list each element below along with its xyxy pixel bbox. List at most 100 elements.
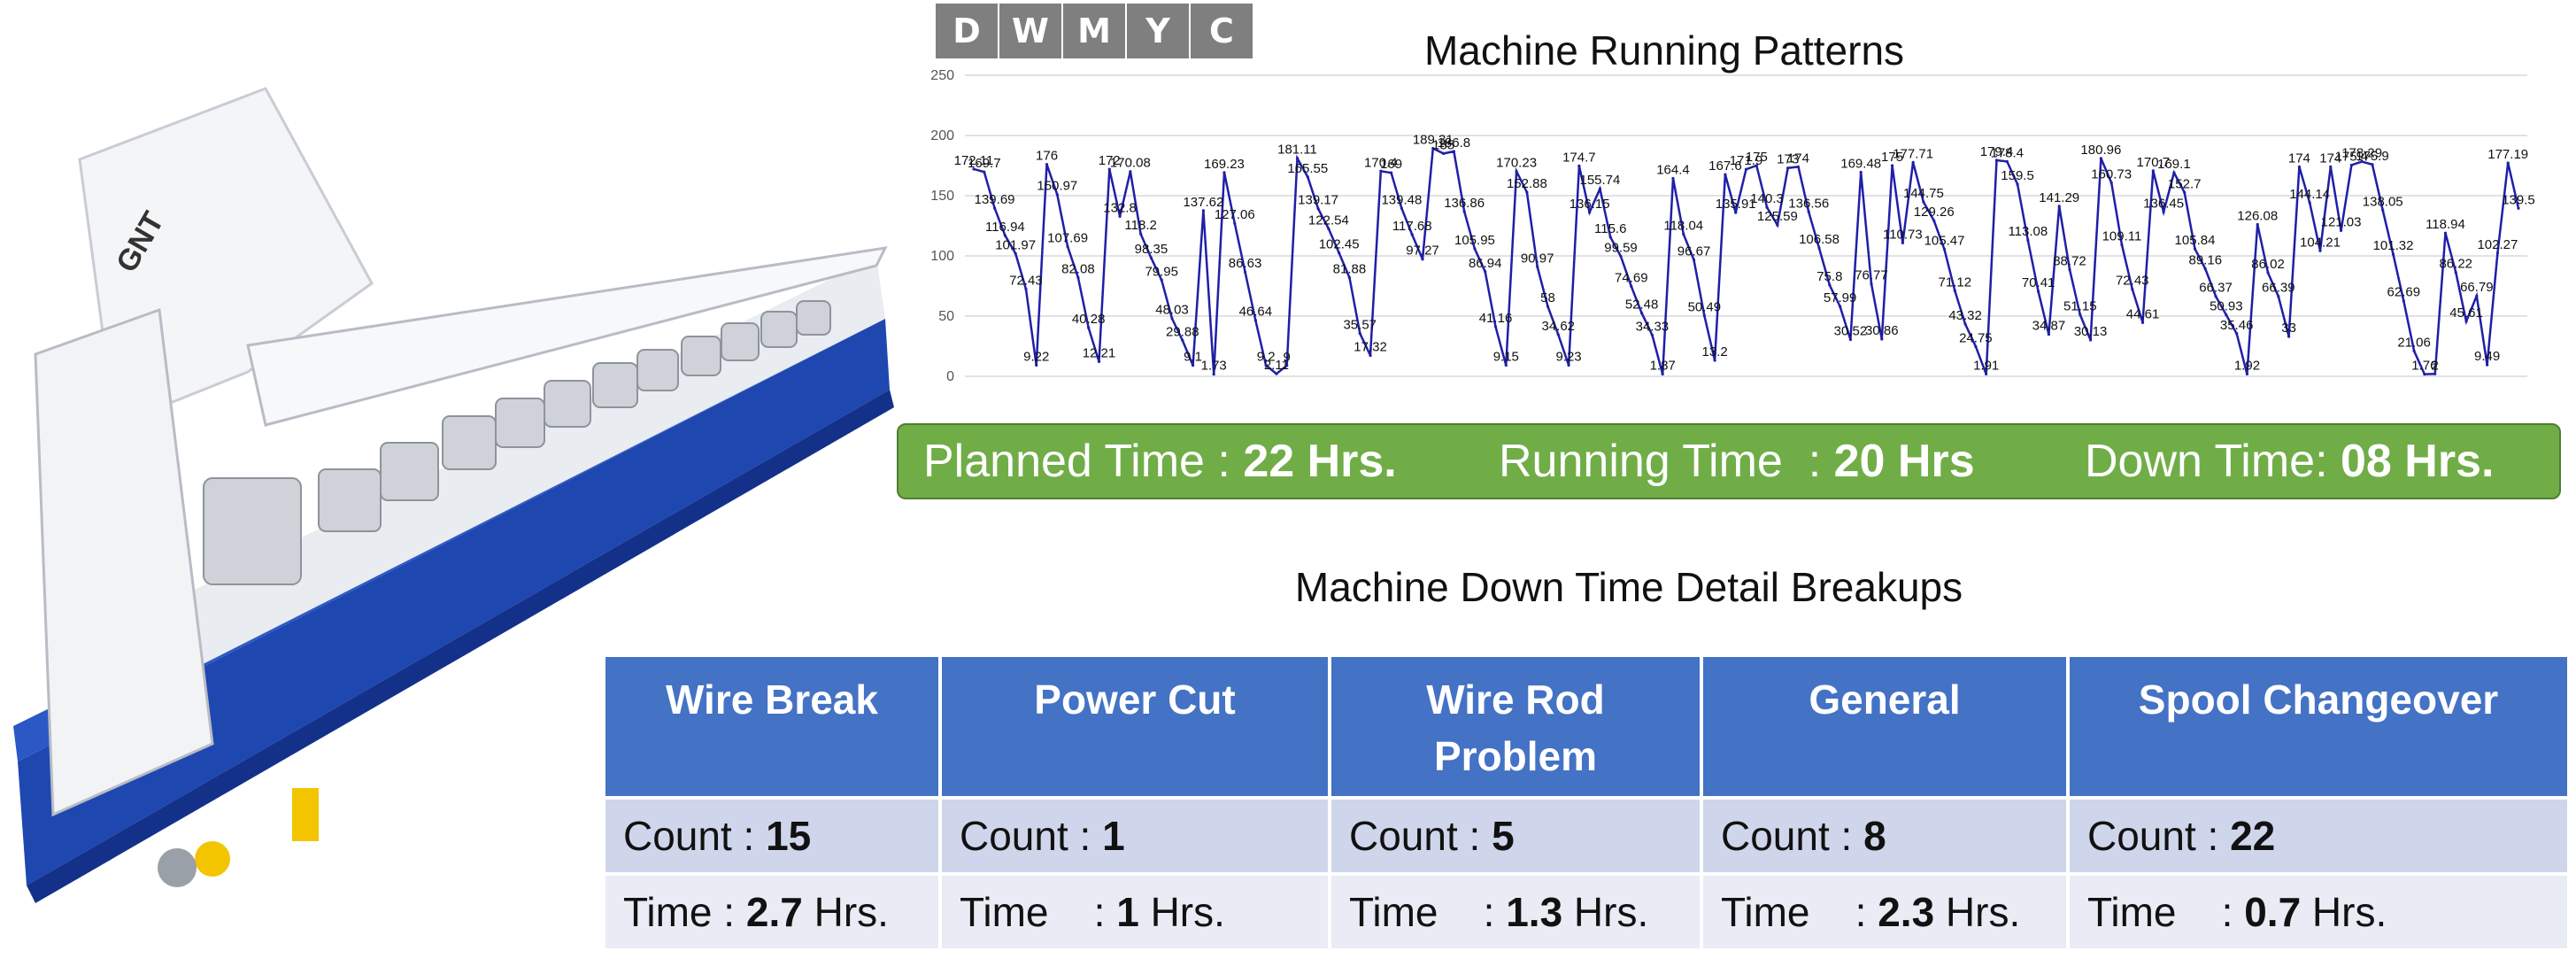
count-label: Count : <box>2087 813 2231 859</box>
planned-time-label: Planned Time : <box>923 436 1244 487</box>
data-label: 176 <box>1036 149 1058 164</box>
data-label: 139.69 <box>975 192 1015 207</box>
time-row: Time : 2.7 Hrs. Time : 1 Hrs. Time : 1.3… <box>605 876 2567 948</box>
data-label: 1.87 <box>1650 358 1676 373</box>
data-label: 34.87 <box>2032 319 2066 334</box>
breakup-title: Machine Down Time Detail Breakups <box>1294 564 1963 610</box>
data-label: 62.69 <box>2387 285 2421 300</box>
time-spool-changeover: Time : 0.7 Hrs. <box>2070 876 2567 948</box>
period-tab-day[interactable]: D <box>936 4 998 58</box>
data-label: 127.06 <box>1215 207 1255 222</box>
data-label: 175.9 <box>2356 149 2389 164</box>
data-label: 169.48 <box>1840 157 1881 172</box>
data-label: 139.17 <box>1298 193 1338 208</box>
downtime-breakup-table: Wire Break Power Cut Wire Rod Problem Ge… <box>602 653 2571 952</box>
data-label: 98.35 <box>1135 242 1168 257</box>
data-label: 113.08 <box>2008 224 2048 239</box>
data-label: 35.57 <box>1343 318 1377 333</box>
data-label: 9.1 <box>1184 350 1202 365</box>
data-label: 118.94 <box>2426 217 2465 232</box>
period-tabs: D W M Y C <box>936 4 1253 58</box>
data-label: 138.05 <box>2363 194 2403 209</box>
data-label: 181.11 <box>1277 143 1317 158</box>
data-label: 12.21 <box>1083 345 1116 360</box>
count-value: 1 <box>1102 813 1125 859</box>
data-label: 21.06 <box>2397 335 2431 350</box>
period-tab-year[interactable]: Y <box>1127 4 1189 58</box>
data-label: 74.69 <box>1615 270 1648 285</box>
data-label: 46.64 <box>1239 305 1273 320</box>
data-label: 1.73 <box>1201 359 1227 374</box>
data-label: 1.91 <box>1973 358 1999 373</box>
data-label: 180.96 <box>2080 143 2121 158</box>
data-label: 160.73 <box>2091 166 2132 182</box>
data-label: 96.67 <box>1677 244 1711 259</box>
data-label: 90.97 <box>1521 251 1554 266</box>
time-unit: Hrs. <box>2301 889 2387 935</box>
data-label: 86.22 <box>2439 257 2472 272</box>
data-label: 88.72 <box>2053 253 2086 268</box>
data-label: 107.69 <box>1047 231 1088 246</box>
time-value: 1.3 <box>1506 889 1563 935</box>
header-wire-rod-problem: Wire Rod Problem <box>1331 657 1700 796</box>
header-general: General <box>1703 657 2066 796</box>
data-label: 125.59 <box>1757 209 1798 224</box>
time-summary-bar: Planned Time : 22 Hrs. Running Time : 20… <box>897 423 2561 499</box>
data-label: 105.84 <box>2175 233 2216 248</box>
data-label: 86.94 <box>1469 256 1502 271</box>
data-label: 76.77 <box>1855 268 1888 283</box>
data-label: 144.75 <box>1903 186 1944 201</box>
data-label: 97.27 <box>1406 244 1439 259</box>
down-time-label: Down Time: <box>2085 436 2341 487</box>
time-value: 2.7 <box>745 889 803 935</box>
header-power-cut: Power Cut <box>942 657 1328 796</box>
data-label: 89.16 <box>2189 253 2223 268</box>
data-label: 169 <box>1380 157 1402 172</box>
time-label: Time : <box>2087 889 2245 935</box>
data-label: 136.15 <box>1570 197 1610 212</box>
data-label: 117.68 <box>1392 219 1432 234</box>
data-label: 164.4 <box>1656 162 1690 177</box>
count-wire-break: Count : 15 <box>605 800 938 872</box>
data-label: 24.75 <box>1959 330 1993 345</box>
data-label: 29.88 <box>1166 324 1199 339</box>
data-label: 9 <box>1284 350 1291 365</box>
time-value: 1 <box>1116 889 1139 935</box>
data-label: 141.29 <box>2039 190 2079 205</box>
data-label: 122.54 <box>1308 213 1349 228</box>
header-wire-break: Wire Break <box>605 657 938 796</box>
time-unit: Hrs. <box>1562 889 1649 935</box>
count-label: Count : <box>623 813 767 859</box>
data-label: 178.4 <box>1990 145 2024 160</box>
time-value: 2.3 <box>1878 889 1935 935</box>
data-label: 170.23 <box>1496 155 1537 170</box>
data-label: 17.32 <box>1354 339 1387 354</box>
count-power-cut: Count : 1 <box>942 800 1328 872</box>
data-label: 30.86 <box>1865 323 1899 338</box>
data-label: 50.49 <box>1688 299 1722 314</box>
time-label: Time : <box>1349 889 1507 935</box>
planned-time-value: 22 Hrs. <box>1243 436 1397 487</box>
data-label: 9.23 <box>1555 349 1581 364</box>
data-label: 66.39 <box>2262 281 2295 296</box>
data-label: 40.28 <box>1072 312 1106 327</box>
period-tab-month[interactable]: M <box>1063 4 1125 58</box>
data-label: 2 <box>2432 358 2439 373</box>
period-tab-week[interactable]: W <box>999 4 1061 58</box>
count-value: 22 <box>2230 813 2276 859</box>
data-label: 66.79 <box>2460 280 2494 295</box>
count-value: 5 <box>1492 813 1515 859</box>
data-label: 57.99 <box>1824 290 1857 305</box>
data-label: 45.61 <box>2449 305 2483 321</box>
data-label: 139.48 <box>1381 192 1422 207</box>
running-pattern-chart: 0 50 100 150 200 250 172.11 169.7 139.69 116.94 10… <box>921 62 2541 398</box>
period-tab-custom[interactable]: C <box>1191 4 1253 58</box>
down-time-value: 08 Hrs. <box>2340 436 2495 487</box>
machine-yellow-fitting <box>195 841 230 877</box>
data-label: 79.95 <box>1145 264 1178 279</box>
data-label: 51.15 <box>2063 298 2097 313</box>
time-power-cut: Time : 1 Hrs. <box>942 876 1328 948</box>
data-label: 1.92 <box>2234 358 2260 373</box>
data-label: 44.61 <box>2126 306 2160 321</box>
time-value: 0.7 <box>2244 889 2302 935</box>
